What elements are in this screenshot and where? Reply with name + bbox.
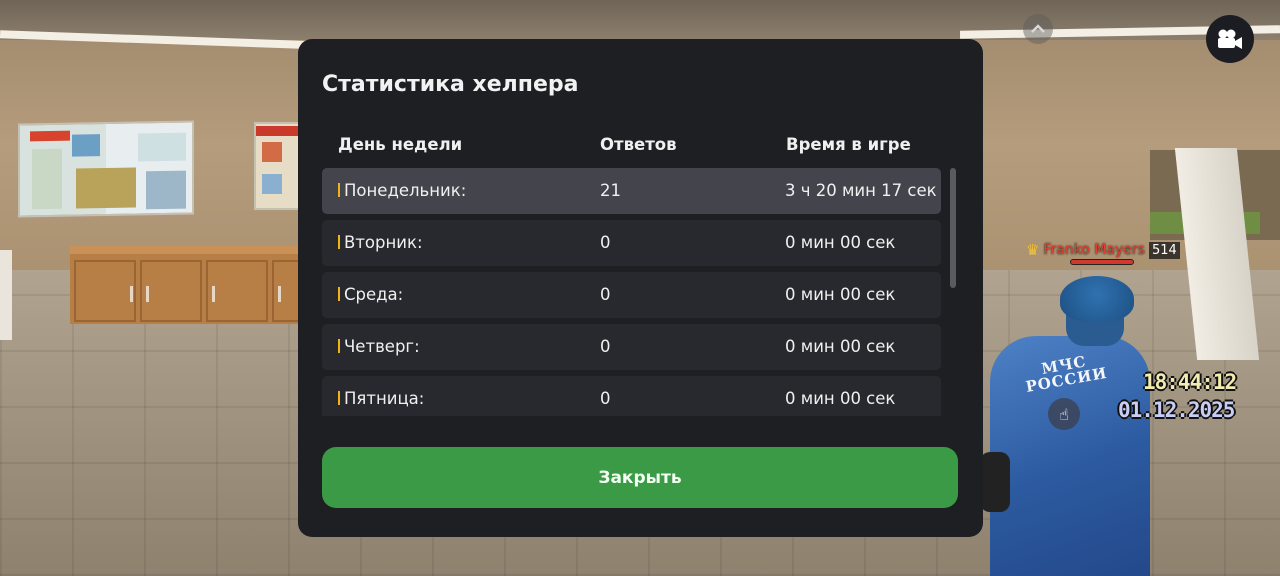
table-row[interactable]: Среда: 0 0 мин 00 сек [322, 272, 941, 318]
table-row[interactable]: Четверг: 0 0 мин 00 сек [322, 324, 941, 370]
row-day: Вторник: [344, 233, 423, 252]
row-marker [338, 183, 340, 197]
row-time: 0 мин 00 сек [785, 389, 896, 408]
stats-list[interactable]: Понедельник: 21 3 ч 20 мин 17 сек Вторни… [322, 168, 941, 416]
row-day: Понедельник: [344, 181, 467, 200]
door-frame [0, 250, 12, 340]
player-id: 514 [1148, 241, 1180, 259]
scrollbar[interactable] [950, 168, 956, 416]
row-time: 0 мин 00 сек [785, 233, 896, 252]
close-button[interactable]: Закрыть [322, 447, 958, 508]
helper-stats-modal: Статистика хелпера День недели Ответов В… [298, 39, 983, 537]
row-time: 3 ч 20 мин 17 сек [785, 181, 937, 200]
row-day: Пятница: [344, 389, 425, 408]
row-answers: 0 [600, 285, 611, 304]
row-answers: 21 [600, 181, 621, 200]
table-row[interactable]: Вторник: 0 0 мин 00 сек [322, 220, 941, 266]
chevron-up-icon[interactable] [1023, 14, 1053, 44]
row-answers: 0 [600, 337, 611, 356]
row-day: Среда: [344, 285, 404, 304]
evacuation-poster [18, 120, 194, 218]
game-date: 01.12.2025 [1118, 398, 1235, 422]
row-marker [338, 235, 340, 249]
game-time: 18:44:12 [1143, 370, 1237, 394]
column-header-time: Время в игре [786, 135, 911, 154]
column-header-answers: Ответов [600, 135, 677, 154]
row-answers: 0 [600, 389, 611, 408]
row-time: 0 мин 00 сек [785, 285, 896, 304]
column-header-day: День недели [338, 135, 463, 154]
player-name: Franko Mayers [1043, 242, 1145, 258]
row-answers: 0 [600, 233, 611, 252]
row-time: 0 мин 00 сек [785, 337, 896, 356]
row-marker [338, 287, 340, 301]
scrollbar-thumb[interactable] [950, 168, 956, 288]
modal-title: Статистика хелпера [322, 72, 579, 97]
table-row[interactable]: Понедельник: 21 3 ч 20 мин 17 сек [322, 168, 941, 214]
safety-memo-poster [254, 122, 302, 210]
row-day: Четверг: [344, 337, 420, 356]
player-nametag: ♛ Franko Mayers 514 [1026, 240, 1180, 260]
cabinet [70, 246, 312, 324]
hand-touch-icon[interactable]: ☝ [1048, 398, 1080, 430]
video-camera-icon[interactable] [1206, 15, 1254, 63]
table-row[interactable]: Пятница: 0 0 мин 00 сек [322, 376, 941, 416]
crown-icon: ♛ [1026, 241, 1040, 259]
player-character: МЧС РОССИИ ☝ [980, 276, 1150, 576]
row-marker [338, 339, 340, 353]
health-bar [1070, 259, 1134, 265]
row-marker [338, 391, 340, 405]
